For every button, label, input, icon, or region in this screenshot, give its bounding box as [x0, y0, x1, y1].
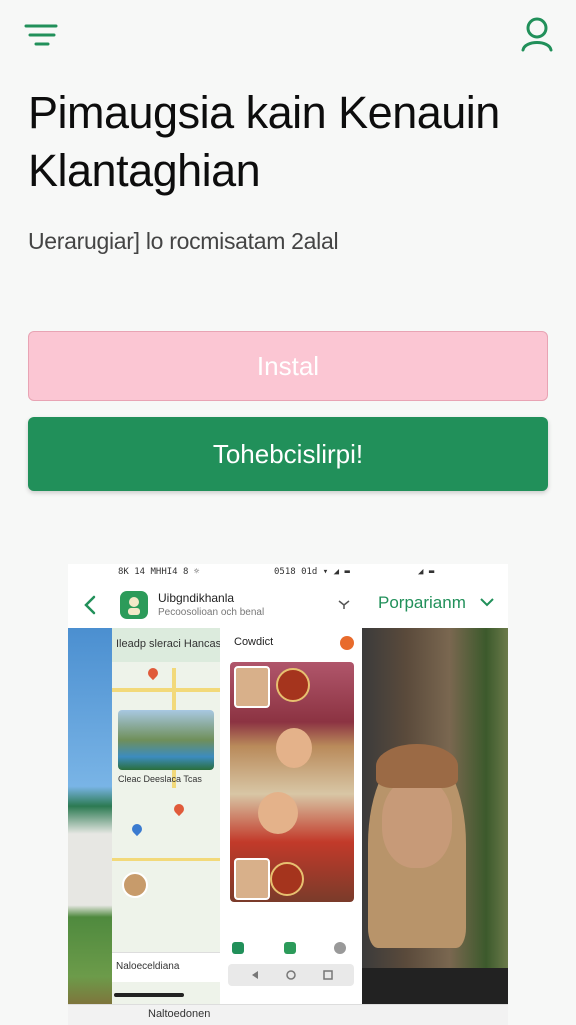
bottom-label: Naltoedonen	[148, 1008, 211, 1020]
page-subtitle: Uerarugiar] lo rocmisatam 2alal	[28, 228, 339, 254]
menu-button[interactable]	[24, 18, 60, 52]
child-figure	[258, 792, 298, 834]
map-road	[112, 688, 220, 692]
profile-button[interactable]	[518, 14, 556, 54]
recents-icon	[323, 970, 333, 980]
map-pin-icon[interactable]	[129, 821, 145, 837]
explore-icon[interactable]	[284, 942, 296, 954]
landscape-photo	[68, 628, 112, 1024]
profile-icon[interactable]	[334, 942, 346, 954]
story-title: Cowdict	[234, 636, 274, 648]
primary-action-label: Tohebcislirpi!	[212, 438, 364, 469]
install-button[interactable]: Instal	[28, 331, 548, 401]
home-circle-icon	[286, 970, 296, 980]
share-icon[interactable]	[336, 596, 352, 612]
back-icon	[252, 971, 258, 979]
app-screenshot-preview: 8K 14 MHHI4 8 ☼ 0518 01d ▾ ◢ ▬ Uibgndikh…	[68, 564, 508, 1024]
user-icon	[521, 17, 553, 52]
hamburger-menu-icon	[24, 24, 58, 46]
map-view[interactable]: Ileadp sleraci Hancas Cleac Deeslaca Tca…	[112, 628, 221, 1024]
emblem-icon	[276, 668, 310, 702]
avatar[interactable]	[122, 872, 148, 898]
primary-action-button[interactable]: Tohebcislirpi!	[28, 417, 548, 491]
child-figure	[276, 728, 312, 768]
bottom-strip: Naltoedonen	[68, 1004, 508, 1025]
story-photo[interactable]	[230, 662, 354, 902]
notification-badge	[340, 636, 354, 650]
portrait-photo	[362, 628, 508, 1024]
emblem-icon	[270, 862, 304, 896]
face-shape	[382, 778, 452, 868]
app-logo-icon	[120, 591, 148, 619]
map-caption: Cleac Deeslaca Tcas	[118, 774, 202, 784]
bottom-nav	[220, 934, 362, 964]
map-pin-icon[interactable]	[145, 665, 161, 681]
status-bar-right: ◢ ▬	[418, 567, 435, 577]
screenshot-left: 8K 14 MHHI4 8 ☼ 0518 01d ▾ ◢ ▬ Uibgndikh…	[68, 564, 363, 1024]
thumbnail[interactable]	[234, 666, 270, 708]
system-nav-bar	[228, 964, 354, 986]
install-button-label: Instal	[256, 350, 320, 381]
top-bar	[0, 0, 576, 70]
thumbnail[interactable]	[234, 858, 270, 900]
story-view: Cowdict	[220, 628, 362, 1024]
cap-shape	[376, 744, 458, 788]
home-icon[interactable]	[232, 942, 244, 954]
map-road	[112, 858, 220, 861]
map-pin-icon[interactable]	[171, 801, 187, 817]
app-description: Pecoosolioan och benal	[158, 607, 265, 618]
map-header: Ileadp sleraci Hancas	[112, 628, 220, 662]
right-screen-title: Porparianm	[378, 593, 466, 612]
page-title: Pimaugsia kain Kenauin Klantaghian	[28, 87, 500, 196]
screenshot-right: ◢ ▬ Porparianm	[362, 564, 508, 1024]
chevron-down-icon[interactable]	[478, 594, 496, 610]
map-footer: Naloeceldiana	[112, 952, 220, 982]
back-arrow-icon[interactable]	[80, 592, 100, 618]
app-name: Uibgndikhanla	[158, 591, 235, 605]
app-bar: Uibgndikhanla Pecoosolioan och benal	[68, 582, 362, 629]
lake-photo	[118, 710, 214, 770]
gesture-bar	[114, 993, 184, 997]
